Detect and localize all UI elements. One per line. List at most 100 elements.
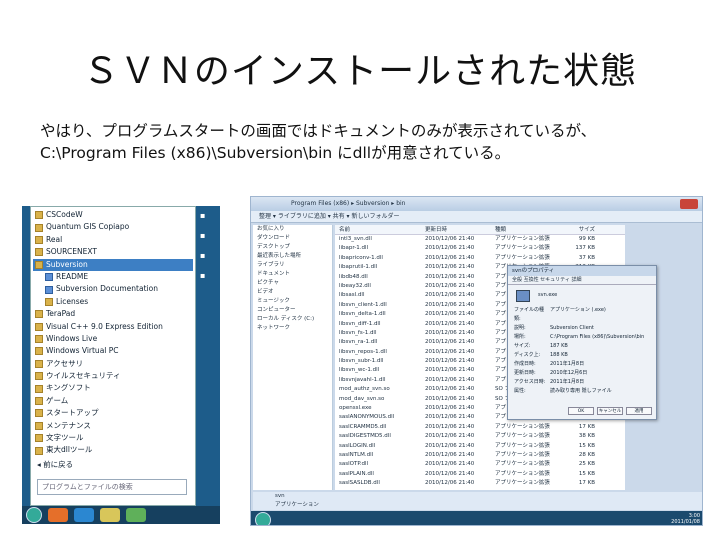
file-row[interactable]: saslCRAMMD5.dll 2010/12/06 21:40 アプリケーション拡… [335, 423, 625, 432]
file-name: saslPLAIN.dll [339, 470, 374, 477]
file-name: libsvn_delta-1.dll [339, 311, 386, 318]
nav-item[interactable]: ビデオ [253, 288, 332, 297]
file-name: saslNTLM.dll [339, 451, 374, 458]
properties-dialog: svnのプロパティ 全般 互換性 セキュリティ 詳細 svn.exe ファイルの… [507, 265, 657, 420]
folder-icon [35, 260, 43, 269]
start-menu-item-label: Licenses [56, 296, 89, 306]
start-menu-item[interactable]: アクセサリ [33, 358, 193, 370]
start-menu-item[interactable]: ウイルスセキュリティ [33, 370, 193, 382]
file-name: saslLOGIN.dll [339, 442, 376, 449]
start-menu-item[interactable]: Quantum GIS Copiapo [33, 221, 193, 233]
file-row[interactable]: saslDIGESTMD5.dll 2010/12/06 21:40 アプリケーショ… [335, 432, 625, 441]
explorer-icon[interactable] [100, 508, 120, 522]
property-row: アクセス日時: 2011年1月8日 [508, 378, 656, 387]
file-type: アプリケーション拡張 [495, 433, 550, 440]
close-icon[interactable] [680, 199, 698, 209]
start-menu-item-label: SOURCENEXT [46, 247, 97, 257]
file-date: 2010/12/06 21:40 [425, 386, 475, 393]
file-name: libsvn_subr-1.dll [339, 358, 384, 365]
details-name: svn [275, 493, 285, 499]
start-menu-item[interactable]: ゲーム [33, 395, 193, 407]
file-size: 25 KB [578, 461, 595, 468]
folder-icon [35, 384, 43, 393]
cancel-button[interactable]: キャンセル [597, 407, 623, 415]
start-menu-item[interactable]: SOURCENEXT [33, 246, 193, 258]
folder-icon [35, 372, 43, 381]
start-menu-item[interactable]: Licenses [33, 296, 193, 308]
file-date: 2010/12/06 21:40 [425, 292, 475, 299]
file-row[interactable]: saslLOGIN.dll 2010/12/06 21:40 アプリケーション拡張 1… [335, 442, 625, 451]
start-menu-item-label: 東大dllツール [46, 445, 93, 455]
property-value: アプリケーション (.exe) [550, 307, 606, 313]
start-menu-item[interactable]: Windows Live [33, 333, 193, 345]
nav-item[interactable]: ミュージック [253, 297, 332, 306]
nav-item[interactable]: ローカル ディスク (C:) [253, 315, 332, 324]
start-menu-item[interactable]: Windows Virtual PC [33, 345, 193, 357]
file-type: アプリケーション拡張 [495, 245, 550, 252]
explorer-toolbar[interactable]: 整理 ▾ ライブラリに追加 ▾ 共有 ▾ 新しいフォルダー [251, 211, 702, 223]
property-key: サイズ: [514, 343, 531, 349]
nav-item[interactable]: ダウンロード [253, 234, 332, 243]
start-menu-panel: CSCodeW Quantum GIS Copiapo Real SOURCENEXT… [30, 206, 196, 506]
clock: 3:00 2011/01/08 [671, 513, 700, 525]
start-menu-item[interactable]: 文字ツール [33, 432, 193, 444]
dialog-name-row[interactable]: svn.exe [508, 291, 656, 300]
start-menu-item[interactable]: キングソフト [33, 382, 193, 394]
column-name[interactable]: 名前 [335, 225, 425, 234]
column-date[interactable]: 更新日時 [425, 225, 495, 234]
nav-item[interactable]: コンピューター [253, 306, 332, 315]
file-date: 2010/12/06 21:40 [425, 405, 475, 412]
file-size: 28 KB [578, 451, 595, 458]
start-menu-item[interactable]: Subversion Documentation [33, 283, 193, 295]
property-key: 場所: [514, 334, 526, 340]
start-menu-item[interactable]: Visual C++ 9.0 Express Edition [33, 321, 193, 333]
start-menu-item[interactable]: Subversion [33, 258, 193, 271]
file-name: mod_authz_svn.so [339, 386, 390, 393]
file-row[interactable]: saslSASLDB.dll 2010/12/06 21:40 アプリケーション拡張… [335, 479, 625, 488]
back-button[interactable]: ◂ 前に戻る [37, 459, 73, 470]
start-menu-item[interactable]: Real [33, 234, 193, 246]
start-menu-item[interactable]: README [33, 271, 193, 283]
dialog-tabs[interactable]: 全般 互換性 セキュリティ 詳細 [508, 276, 656, 285]
property-key: 説明: [514, 325, 526, 331]
ok-button[interactable]: OK [568, 407, 594, 415]
start-menu-item[interactable]: TeraPad [33, 308, 193, 320]
start-menu-item[interactable]: スタートアップ [33, 407, 193, 419]
nav-item[interactable]: ライブラリ [253, 261, 332, 270]
start-menu-item-label: スタートアップ [46, 408, 99, 418]
search-input[interactable]: プログラムとファイルの検索 [37, 479, 187, 495]
app-icon[interactable] [126, 508, 146, 522]
file-row[interactable]: saslPLAIN.dll 2010/12/06 21:40 アプリケーション拡張 1… [335, 470, 625, 479]
file-row[interactable]: saslNTLM.dll 2010/12/06 21:40 アプリケーション拡張 28… [335, 451, 625, 460]
nav-item[interactable]: ピクチャ [253, 279, 332, 288]
media-player-icon[interactable] [48, 508, 68, 522]
column-type[interactable]: 種類 [495, 225, 555, 234]
file-size: 137 KB [575, 245, 595, 252]
file-date: 2010/12/06 21:40 [425, 282, 475, 289]
column-size[interactable]: サイズ [555, 225, 595, 234]
file-row[interactable]: saslOTP.dll 2010/12/06 21:40 アプリケーション拡張 25 … [335, 460, 625, 469]
nav-item[interactable]: 最近表示した場所 [253, 252, 332, 261]
file-row[interactable]: libapr-1.dll 2010/12/06 21:40 アプリケーション拡張 13… [335, 244, 625, 253]
file-row[interactable]: intl3_svn.dll 2010/12/06 21:40 アプリケーション拡張 9… [335, 235, 625, 244]
explorer-screenshot: Program Files (x86) ▸ Subversion ▸ bin 整… [250, 196, 703, 526]
start-orb-icon[interactable] [26, 507, 42, 523]
browser-icon[interactable] [74, 508, 94, 522]
nav-item[interactable]: デスクトップ [253, 243, 332, 252]
apply-button[interactable]: 適用 [626, 407, 652, 415]
start-menu-item-label: Subversion [46, 259, 88, 269]
taskbar-right: 3:00 2011/01/08 [251, 511, 702, 525]
nav-item[interactable]: ネットワーク [253, 324, 332, 333]
nav-item[interactable]: ドキュメント [253, 270, 332, 279]
property-value: 187 KB [550, 343, 568, 349]
file-name: libdb48.dll [339, 273, 368, 280]
explorer-address-bar[interactable]: Program Files (x86) ▸ Subversion ▸ bin [251, 197, 702, 211]
start-menu-item[interactable]: CSCodeW [33, 209, 193, 221]
start-orb-icon[interactable] [255, 512, 271, 525]
file-row[interactable]: libapriconv-1.dll 2010/12/06 21:40 アプリケーショ… [335, 254, 625, 263]
start-menu-item[interactable]: 東大dllツール [33, 444, 193, 456]
nav-item[interactable]: お気に入り [253, 225, 332, 234]
start-menu-item[interactable]: メンテナンス [33, 420, 193, 432]
file-name: libsasl.dll [339, 292, 365, 299]
folder-icon [35, 322, 43, 331]
